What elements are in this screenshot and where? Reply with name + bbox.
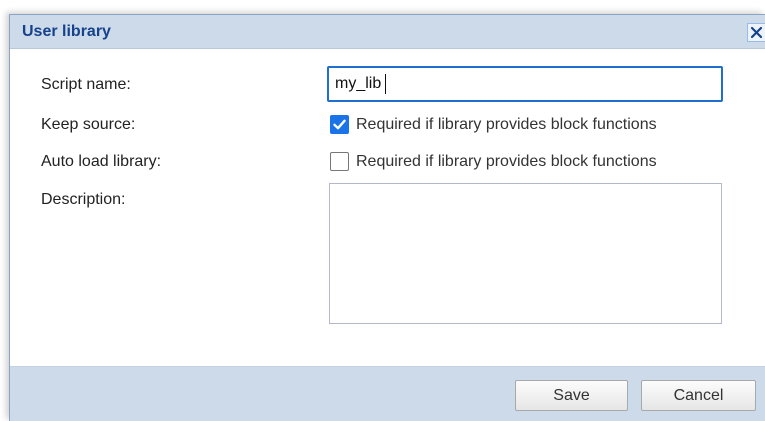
script-name-input[interactable] xyxy=(327,66,723,102)
auto-load-checkbox[interactable] xyxy=(330,152,349,171)
keep-source-checkbox[interactable] xyxy=(330,115,349,134)
user-library-dialog: User library Script name: Keep source: R… xyxy=(9,14,765,421)
script-name-label: Script name: xyxy=(41,76,131,93)
close-icon xyxy=(748,24,765,41)
description-textarea[interactable] xyxy=(329,183,722,324)
auto-load-label: Auto load library: xyxy=(41,153,162,170)
text-caret xyxy=(385,74,386,94)
cancel-button[interactable]: Cancel xyxy=(641,380,756,411)
close-button[interactable] xyxy=(747,23,765,42)
keep-source-label: Keep source: xyxy=(41,116,136,133)
save-button[interactable]: Save xyxy=(515,380,628,411)
description-label: Description: xyxy=(41,191,126,208)
dialog-footer: Save Cancel xyxy=(10,366,765,421)
auto-load-hint: Required if library provides block funct… xyxy=(356,153,657,170)
dialog-title-bar[interactable]: User library xyxy=(10,15,765,49)
dialog-title: User library xyxy=(22,23,111,40)
keep-source-hint: Required if library provides block funct… xyxy=(356,116,657,133)
checkmark-icon xyxy=(333,119,346,130)
